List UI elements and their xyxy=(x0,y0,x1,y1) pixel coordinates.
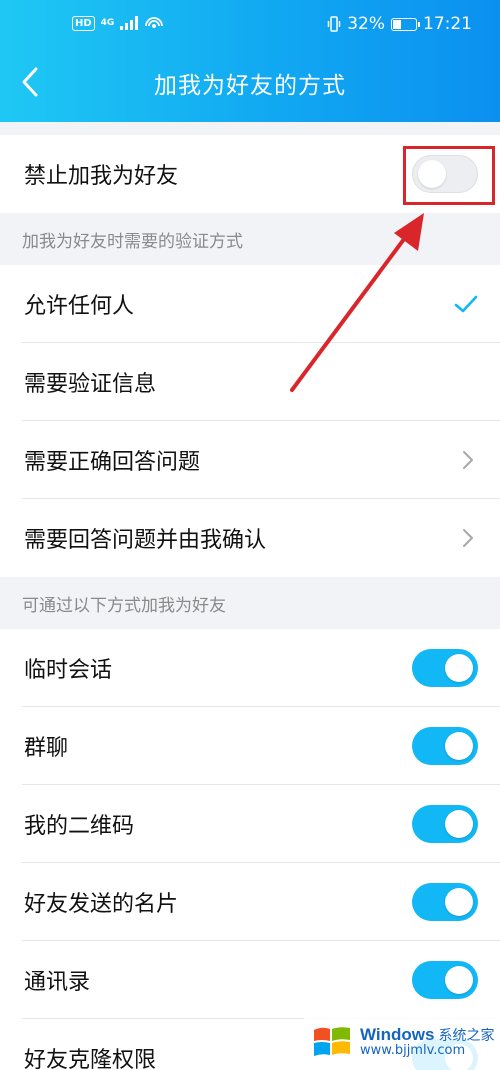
status-bar: HD 4G 32% 17:21 xyxy=(0,0,500,58)
windows-logo-icon xyxy=(314,1027,350,1056)
chevron-right-icon xyxy=(463,529,473,547)
page-title: 加我为好友的方式 xyxy=(154,73,346,99)
method-group-chat[interactable]: 群聊 xyxy=(0,707,500,785)
battery-percent: 32% xyxy=(347,14,385,34)
qr-code-toggle[interactable] xyxy=(412,805,478,843)
header: HD 4G 32% 17:21 加我为好友的方式 xyxy=(0,0,500,122)
check-icon xyxy=(454,295,478,313)
toggle-knob xyxy=(445,810,473,838)
friend-card-toggle[interactable] xyxy=(412,883,478,921)
method-friend-card[interactable]: 好友发送的名片 xyxy=(0,863,500,941)
toggle-knob xyxy=(445,732,473,760)
row-label: 允许任何人 xyxy=(24,294,135,319)
status-right: 32% 17:21 xyxy=(327,14,472,34)
methods-section-label: 可通过以下方式加我为好友 xyxy=(22,595,226,616)
method-contacts[interactable]: 通讯录 xyxy=(0,941,500,1019)
signal-icon xyxy=(120,16,139,30)
row-label: 需要回答问题并由我确认 xyxy=(24,528,267,553)
row-label: 禁止加我为好友 xyxy=(24,164,179,189)
annotation-highlight-box xyxy=(403,146,495,205)
row-label: 好友克隆权限 xyxy=(24,1048,157,1070)
method-temp-chat[interactable]: 临时会话 xyxy=(0,629,500,707)
method-qr-code[interactable]: 我的二维码 xyxy=(0,785,500,863)
watermark-brand: Windows xyxy=(360,1024,435,1044)
watermark-brand-line: Windows 系统之家 xyxy=(360,1024,495,1045)
hotspot-icon xyxy=(145,17,164,28)
vibrate-icon xyxy=(327,16,341,32)
toggle-knob xyxy=(445,888,473,916)
chevron-right-icon xyxy=(463,451,473,469)
row-label: 需要正确回答问题 xyxy=(24,450,201,475)
row-label: 我的二维码 xyxy=(24,814,135,839)
temp-chat-toggle[interactable] xyxy=(412,649,478,687)
watermark-brand-cn: 系统之家 xyxy=(438,1027,495,1044)
group-chat-toggle[interactable] xyxy=(412,727,478,765)
row-label: 好友发送的名片 xyxy=(24,892,179,917)
battery-icon xyxy=(391,17,420,31)
watermark-url: www.bjjmlv.com xyxy=(360,1043,466,1059)
methods-list: 临时会话 群聊 我的二维码 好友发送的名片 通讯录 好友克隆权限 xyxy=(0,629,500,1070)
toggle-knob xyxy=(445,654,473,682)
toggle-knob xyxy=(445,966,473,994)
watermark: Windows 系统之家 www.bjjmlv.com xyxy=(304,1014,500,1070)
option-answer-and-confirm[interactable]: 需要回答问题并由我确认 xyxy=(0,499,500,577)
row-label: 群聊 xyxy=(24,736,69,761)
hd-icon: HD xyxy=(72,15,95,31)
row-label: 通讯录 xyxy=(24,970,91,995)
watermark-text: Windows 系统之家 www.bjjmlv.com xyxy=(360,1024,495,1059)
annotation-arrow-icon xyxy=(290,213,424,392)
network-type: 4G xyxy=(100,18,115,28)
row-label: 临时会话 xyxy=(24,658,113,683)
status-left: HD 4G xyxy=(72,14,164,32)
clock: 17:21 xyxy=(423,14,472,34)
contacts-toggle[interactable] xyxy=(412,961,478,999)
row-label: 需要验证信息 xyxy=(24,372,157,397)
option-correct-answer[interactable]: 需要正确回答问题 xyxy=(0,421,500,499)
